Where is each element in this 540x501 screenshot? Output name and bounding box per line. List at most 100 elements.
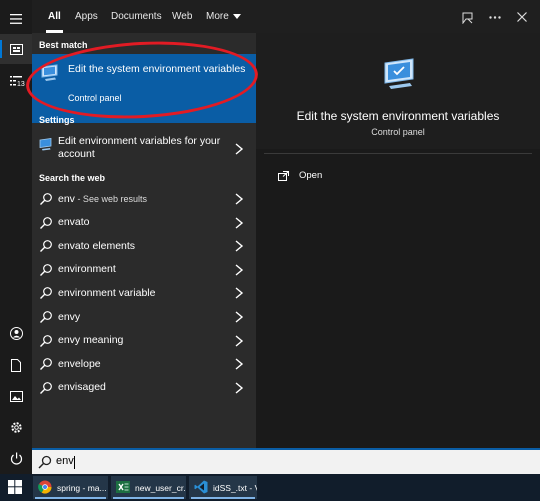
document-icon[interactable] bbox=[0, 350, 32, 380]
settings-gear-icon[interactable] bbox=[0, 412, 32, 442]
open-action[interactable]: Open bbox=[278, 170, 322, 181]
feedback-icon[interactable] bbox=[458, 8, 476, 26]
web-result-item[interactable]: envisaged bbox=[32, 376, 256, 399]
tab-documents[interactable]: Documents bbox=[111, 0, 162, 33]
search-web-heading: Search the web bbox=[39, 173, 106, 183]
web-result-text: envato elements bbox=[58, 239, 136, 252]
taskbar: spring - ma... new_user_cr... idSS_.txt … bbox=[0, 474, 540, 501]
open-label: Open bbox=[299, 170, 323, 181]
search-icon bbox=[40, 381, 52, 394]
tab-more-label: More bbox=[206, 11, 229, 22]
web-result-item[interactable]: env - See web results bbox=[32, 187, 256, 210]
best-match-heading: Best match bbox=[39, 40, 88, 50]
web-result-label: envy bbox=[58, 311, 80, 323]
web-result-label: environment bbox=[58, 263, 116, 275]
best-match-item[interactable]: Edit the system environment variables Co… bbox=[32, 54, 256, 123]
chevron-right-icon bbox=[235, 193, 244, 205]
search-icon bbox=[40, 193, 52, 205]
web-result-text: envisaged bbox=[58, 381, 106, 394]
web-result-item[interactable]: envato elements bbox=[32, 234, 256, 257]
search-header: All Apps Documents Web More bbox=[32, 0, 540, 33]
web-result-hint: - See web results bbox=[74, 193, 147, 204]
web-result-label: environment variable bbox=[58, 287, 155, 299]
divider bbox=[264, 153, 532, 154]
web-result-text: envato bbox=[58, 216, 90, 229]
best-match-subtitle: Control panel bbox=[68, 93, 122, 103]
settings-item-label: Edit environment variables for your acco… bbox=[58, 135, 221, 160]
web-result-item[interactable]: environment bbox=[32, 258, 256, 281]
tab-web[interactable]: Web bbox=[172, 0, 192, 33]
search-input[interactable]: env bbox=[56, 455, 74, 467]
web-result-text: envy meaning bbox=[58, 334, 124, 347]
search-icon bbox=[40, 240, 52, 253]
system-monitor-icon bbox=[41, 64, 58, 81]
tab-all[interactable]: All bbox=[46, 0, 63, 33]
more-options-icon[interactable] bbox=[486, 8, 504, 26]
web-result-item[interactable]: envy bbox=[32, 305, 256, 328]
taskbar-item-label: spring - ma... bbox=[57, 482, 107, 493]
power-icon[interactable] bbox=[0, 443, 32, 473]
pictures-icon[interactable] bbox=[0, 381, 32, 411]
web-result-item[interactable]: envelope bbox=[32, 352, 256, 375]
search-icon bbox=[40, 287, 52, 300]
web-result-text: envy bbox=[58, 310, 81, 323]
chevron-right-icon bbox=[235, 311, 244, 323]
web-result-item[interactable]: environment variable bbox=[32, 281, 256, 304]
text-caret bbox=[74, 456, 75, 469]
excel-icon bbox=[116, 481, 130, 493]
taskbar-item-label: idSS_.txt - V... bbox=[213, 482, 257, 493]
taskbar-item-excel[interactable]: new_user_cr... bbox=[111, 476, 186, 499]
search-box[interactable]: env bbox=[32, 448, 540, 474]
chevron-right-icon bbox=[235, 287, 244, 299]
chevron-right-icon bbox=[235, 264, 244, 276]
chevron-right-icon bbox=[235, 358, 244, 370]
chevron-down-icon bbox=[232, 14, 241, 19]
system-monitor-icon bbox=[39, 138, 52, 151]
settings-heading: Settings bbox=[39, 115, 75, 125]
search-icon bbox=[40, 334, 52, 347]
left-rail: 13 bbox=[0, 0, 32, 474]
chevron-right-icon bbox=[235, 143, 244, 155]
web-result-label: env - See web results bbox=[58, 193, 147, 205]
preview-header: Edit the system environment variables Co… bbox=[256, 33, 540, 149]
documents-list-icon[interactable]: 13 bbox=[0, 66, 32, 96]
windows-start-icon[interactable] bbox=[8, 480, 22, 494]
home-icon[interactable] bbox=[0, 34, 32, 64]
preview-subtitle: Control panel bbox=[371, 127, 425, 137]
vscode-icon bbox=[194, 480, 208, 494]
chevron-right-icon bbox=[235, 335, 244, 347]
search-icon bbox=[40, 263, 52, 276]
web-result-label: envato elements bbox=[58, 240, 135, 252]
search-icon bbox=[40, 311, 52, 323]
search-icon bbox=[40, 216, 52, 229]
web-result-item[interactable]: envy meaning bbox=[32, 329, 256, 352]
account-icon[interactable] bbox=[0, 318, 32, 348]
chrome-icon bbox=[38, 480, 52, 494]
preview-panel: Edit the system environment variables Co… bbox=[256, 33, 540, 448]
chevron-right-icon bbox=[235, 217, 244, 229]
web-result-label: envato bbox=[58, 216, 90, 228]
web-result-text: env bbox=[58, 192, 75, 205]
chevron-right-icon bbox=[235, 382, 244, 394]
web-result-item[interactable]: envato bbox=[32, 211, 256, 234]
search-icon bbox=[40, 358, 52, 371]
preview-title: Edit the system environment variables bbox=[296, 109, 500, 123]
web-result-text: environment variable bbox=[58, 286, 156, 299]
open-icon bbox=[278, 170, 289, 181]
chevron-right-icon bbox=[235, 240, 244, 252]
results-panel: Best match Edit the system environment v… bbox=[32, 33, 256, 448]
taskbar-item-label: new_user_cr... bbox=[135, 482, 186, 493]
tab-more[interactable]: More bbox=[206, 0, 241, 33]
notification-badge: 13 bbox=[16, 80, 26, 89]
close-icon[interactable] bbox=[513, 8, 531, 26]
web-result-text: envelope bbox=[58, 357, 101, 370]
tab-apps[interactable]: Apps bbox=[75, 0, 98, 33]
web-result-label: envy meaning bbox=[58, 334, 123, 346]
system-monitor-icon bbox=[384, 58, 414, 89]
taskbar-item-chrome[interactable]: spring - ma... bbox=[33, 476, 108, 499]
web-result-text: environment bbox=[58, 263, 116, 276]
web-result-label: envisaged bbox=[58, 381, 106, 393]
taskbar-item-vscode[interactable]: idSS_.txt - V... bbox=[189, 476, 257, 499]
settings-item-edit-env[interactable]: Edit environment variables for your acco… bbox=[32, 132, 256, 166]
hamburger-menu-icon[interactable] bbox=[0, 4, 32, 34]
